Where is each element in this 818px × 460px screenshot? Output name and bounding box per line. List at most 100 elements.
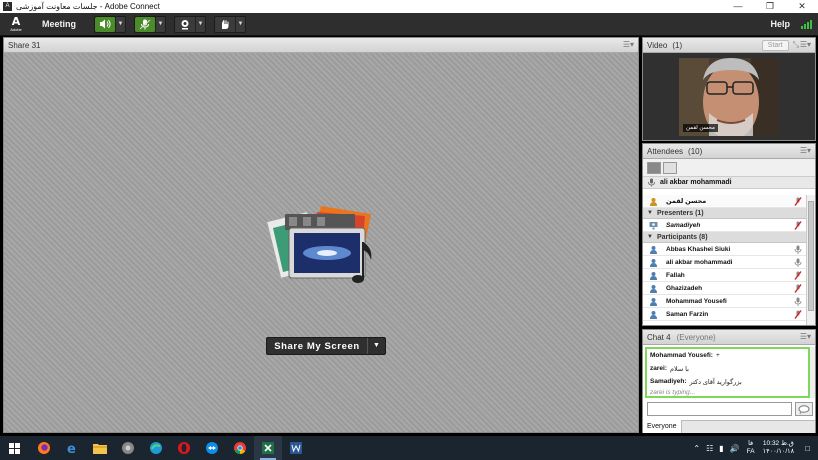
attendee-row[interactable]: Mohammad Yousefi: [643, 295, 806, 308]
status-view-icon[interactable]: [663, 161, 677, 174]
webcam-video-feed[interactable]: محسن لقمن: [679, 58, 779, 136]
chat-pod-options-icon[interactable]: ☰▾: [800, 332, 811, 341]
participant-user-icon: [650, 245, 657, 254]
video-pod-header: Video (1) Start ⤡ ☰▾: [643, 38, 815, 53]
collapse-triangle-icon[interactable]: ▼: [647, 234, 653, 240]
presenters-group-label: Presenters (1): [656, 209, 704, 217]
attendee-row[interactable]: Abbas Khashei Siuki: [643, 243, 806, 256]
word-icon[interactable]: [282, 436, 310, 460]
adobe-connect-app-icon: A: [3, 2, 12, 11]
chat-message: Samadiyeh: بزرگوارید آقای دکتر: [647, 375, 808, 388]
microphone-dropdown-caret[interactable]: ▼: [155, 16, 165, 32]
chrome-legacy-icon[interactable]: [114, 436, 142, 460]
participants-group-header[interactable]: ▼ Participants (8): [643, 232, 806, 243]
system-tray: ⌃ ☷ ▮ 🔊 فا FA 10:32 ق.ظ ۱۴۰۰/۱۰/۱۸ □: [690, 436, 818, 460]
attendees-pod-options-icon[interactable]: ☰▾: [800, 146, 811, 155]
chat-pod: Chat 4 (Everyone) ☰▾ Mohammad Yousefi: +…: [642, 329, 816, 433]
attendees-view-toolbar: [643, 159, 815, 177]
start-webcam-button[interactable]: Start: [761, 39, 789, 51]
chat-message-list: Mohammad Yousefi: + zarei: با سلام Samad…: [645, 347, 810, 398]
chat-pod-title: Chat 4: [647, 332, 671, 342]
clock[interactable]: 10:32 ق.ظ ۱۴۰۰/۱۰/۱۸: [763, 440, 795, 456]
microphone-icon[interactable]: [135, 16, 156, 32]
attendee-row[interactable]: Fallah: [643, 269, 806, 282]
minimize-button[interactable]: —: [722, 0, 754, 13]
muted-microphone-icon: [794, 271, 802, 280]
excel-icon[interactable]: [254, 436, 282, 460]
internet-explorer-icon[interactable]: e: [58, 436, 86, 460]
attendee-row[interactable]: محسن لقمن: [643, 195, 806, 208]
edge-icon[interactable]: [142, 436, 170, 460]
current-user-row[interactable]: ali akbar mohammadi: [643, 177, 815, 189]
raise-hand-dropdown-caret[interactable]: ▼: [235, 16, 245, 32]
video-pod-options-icon[interactable]: ☰▾: [800, 40, 811, 49]
raise-hand-control: ▼: [214, 15, 247, 33]
notifications-icon[interactable]: □: [805, 444, 810, 453]
volume-icon[interactable]: 🔊: [730, 444, 740, 453]
share-content-graphic-icon: PPT PDF: [266, 206, 372, 283]
close-button[interactable]: ✕: [786, 0, 818, 13]
teamviewer-icon[interactable]: [198, 436, 226, 460]
attendees-pod: Attendees (10) ☰▾ ali akbar mohammadi مح…: [642, 143, 816, 326]
chat-text: بزرگوارید آقای دکتر: [689, 378, 742, 386]
muted-microphone-icon: [794, 197, 802, 206]
attendee-row[interactable]: Samadiyeh: [643, 219, 806, 232]
chat-sender: zarei:: [650, 365, 667, 372]
video-pod: Video (1) Start ⤡ ☰▾ محسن لقمن: [642, 37, 816, 141]
participants-group-label: Participants (8): [656, 233, 708, 241]
window-titlebar: A جلسات معاونت آموزشی - Adobe Connect — …: [0, 0, 818, 13]
battery-icon[interactable]: ▮: [719, 444, 723, 453]
collapse-triangle-icon[interactable]: ▼: [647, 210, 653, 216]
attendee-name: Abbas Khashei Siuki: [666, 245, 731, 253]
attendee-row[interactable]: Saman Farzin: [643, 308, 806, 321]
chat-input-field[interactable]: [647, 402, 792, 416]
opera-icon[interactable]: [170, 436, 198, 460]
attendee-name: Saman Farzin: [666, 310, 709, 318]
presenters-group-header[interactable]: ▼ Presenters (1): [643, 208, 806, 219]
current-user-name: ali akbar mohammadi: [660, 179, 732, 186]
file-explorer-icon[interactable]: [86, 436, 114, 460]
adobe-logo-mark: A: [11, 15, 21, 28]
typing-indicator: zarei is typing...: [650, 389, 696, 396]
presenter-user-icon: [649, 221, 658, 229]
attendee-row[interactable]: ali akbar mohammadi: [643, 256, 806, 269]
share-my-screen-button[interactable]: Share My Screen ▼: [266, 337, 386, 355]
attendee-row[interactable]: Ghazizadeh: [643, 282, 806, 295]
send-message-button[interactable]: [795, 402, 813, 416]
network-icon[interactable]: ☷: [706, 444, 713, 453]
adobe-logo-text: Adobe: [10, 27, 22, 32]
webcam-icon[interactable]: [175, 17, 195, 32]
chrome-icon[interactable]: [226, 436, 254, 460]
webcam-control: ▼: [174, 15, 207, 33]
meeting-menu[interactable]: Meeting: [32, 13, 86, 36]
list-view-icon[interactable]: [647, 161, 661, 174]
webcam-dropdown-caret[interactable]: ▼: [195, 16, 205, 32]
raise-hand-icon[interactable]: [215, 17, 235, 32]
windows-taskbar: e ⌃ ☷ ▮ 🔊 فا FA 10:32 ق.ظ ۱۴۰۰/۱۰/۱۸ □: [0, 436, 818, 460]
chat-text: +: [715, 352, 720, 359]
attendee-name: محسن لقمن: [666, 198, 707, 205]
scrollbar-thumb[interactable]: [808, 201, 814, 311]
speaker-icon[interactable]: [95, 16, 116, 32]
firefox-icon[interactable]: [30, 436, 58, 460]
chat-message: Mohammad Yousefi: +: [647, 349, 808, 362]
chat-scrollbar[interactable]: [810, 347, 815, 398]
start-icon[interactable]: [0, 436, 28, 460]
input-language-indicator[interactable]: فا FA: [747, 440, 755, 456]
attendee-name: Samadiyeh: [666, 221, 701, 229]
fullscreen-icon[interactable]: ⤡: [793, 40, 799, 50]
speaker-dropdown-caret[interactable]: ▼: [115, 16, 125, 32]
maximize-button[interactable]: ❐: [754, 0, 786, 13]
language-sub-label: FA: [746, 448, 755, 455]
attendee-list: محسن لقمن ▼ Presenters (1) Samadiyeh ▼ P…: [643, 195, 806, 325]
chat-pod-header: Chat 4 (Everyone) ☰▾: [643, 330, 815, 345]
attendees-count: (10): [688, 146, 703, 156]
help-menu[interactable]: Help: [770, 13, 790, 36]
video-pod-title: Video: [647, 40, 668, 50]
pod-options-icon[interactable]: ☰▾: [623, 40, 634, 49]
attendee-name: Ghazizadeh: [666, 284, 703, 292]
chat-tab-everyone[interactable]: Everyone: [643, 420, 682, 433]
attendee-list-scrollbar[interactable]: [806, 195, 815, 325]
show-hidden-icons-icon[interactable]: ⌃: [693, 444, 700, 453]
share-options-caret[interactable]: ▼: [367, 338, 385, 354]
